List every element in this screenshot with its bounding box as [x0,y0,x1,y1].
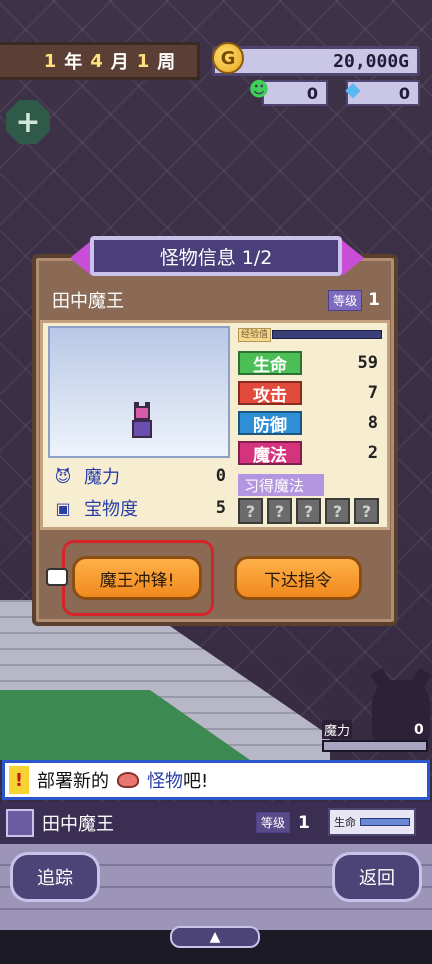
magic-slot[interactable]: ? [296,498,321,524]
back-button[interactable]: 返回 [332,852,422,902]
info-monster-name: 田中魔王 [42,814,114,835]
pointing-hand-icon [46,568,68,586]
plus-icon: + [15,104,41,140]
treasure-value: 5 [215,498,226,518]
crystal-icon: ◆ [345,77,361,101]
level-value: 1 [368,290,380,310]
treasure-label: 宝物度 [84,499,138,520]
stat-attack-label: 攻击 [238,381,302,406]
hp-display: 生命 [328,808,416,836]
mana-stat: 😈 魔力 0 [50,462,226,490]
stat-hp-label: 生命 [238,351,302,376]
magic-slot[interactable]: ? [354,498,379,524]
gold-value: 20,000G [333,50,409,72]
stat-magic: 魔法 2 [238,440,384,466]
level-label: 等级 [328,289,363,311]
resource-b-value: 0 [398,83,410,103]
year-value: 1 [43,50,57,72]
exclamation-icon: ! [9,766,29,794]
coin-icon: G [212,42,244,74]
exp-label: 经验值 [238,328,272,342]
week-unit: 周 [157,52,176,73]
stat-magic-label: 魔法 [238,441,302,466]
next-arrow-icon[interactable] [342,240,364,276]
monster-sprite [128,402,158,442]
panel-title: 怪物信息 1/2 [90,236,342,276]
month-unit: 月 [110,52,129,73]
monster-name-row: 田中魔王 等级 1 [40,284,390,316]
month-value: 4 [90,50,103,72]
demon-icon: 😈 [54,466,72,486]
info-level-tag: 等级 1 [256,812,310,833]
top-bar: ✿ 1年 4月1周 20,000G G [0,42,432,82]
stat-hp: 生命 59 [238,350,384,376]
exp-bar-group: 经验值 [238,328,384,342]
expand-button[interactable]: ▲ [170,926,260,948]
info-level-value: 1 [298,812,310,833]
exp-bar [272,330,382,339]
notice-prefix: 部署新的 [37,771,109,792]
slime-icon [117,772,139,788]
magic-slots: ? ? ? ? ? [238,498,379,524]
learned-magic-label: 习得魔法 [238,474,324,496]
treasure-chest-icon: ▣ [55,498,71,518]
resource-a-value: 0 [306,83,318,103]
year-unit: 年 [64,52,83,73]
stat-hp-value: 59 [357,353,378,373]
level-tag: 等级 1 [328,289,380,311]
demon-charge-button[interactable]: 魔王冲锋! [72,556,202,600]
calendar-display: 1年 4月1周 [0,42,200,80]
notice-highlight: 怪物 [147,771,183,792]
chevron-up-icon: ▲ [209,929,221,945]
mana-value: 0 [215,466,226,486]
stat-defense: 防御 8 [238,410,384,436]
magic-slot[interactable]: ? [325,498,350,524]
monster-avatar [6,809,34,837]
scene-mana-label: 魔力 [322,720,353,739]
week-value: 1 [136,50,150,72]
scene-mana-bar [322,740,428,752]
goblin-icon: ☻ [248,77,270,101]
hp-bar [360,818,410,826]
notification-bar[interactable]: ! 部署新的 怪物 吧! [2,760,430,800]
stat-attack-value: 7 [367,383,378,403]
hp-label: 生命 [334,816,356,829]
magic-slot[interactable]: ? [267,498,292,524]
scene-mana-value: 0 [414,722,424,738]
treasure-stat: ▣ 宝物度 5 [50,494,226,522]
stat-defense-value: 8 [367,413,378,433]
issue-order-button[interactable]: 下达指令 [234,556,362,600]
mana-label: 魔力 [84,467,120,488]
stat-defense-label: 防御 [238,411,302,436]
magic-slot[interactable]: ? [238,498,263,524]
stat-attack: 攻击 7 [238,380,384,406]
prev-arrow-icon[interactable] [70,240,92,276]
stat-magic-value: 2 [367,443,378,463]
track-button[interactable]: 追踪 [10,852,100,902]
monster-name: 田中魔王 [52,291,124,312]
info-level-label: 等级 [256,812,291,833]
notice-suffix: 吧! [183,771,209,792]
